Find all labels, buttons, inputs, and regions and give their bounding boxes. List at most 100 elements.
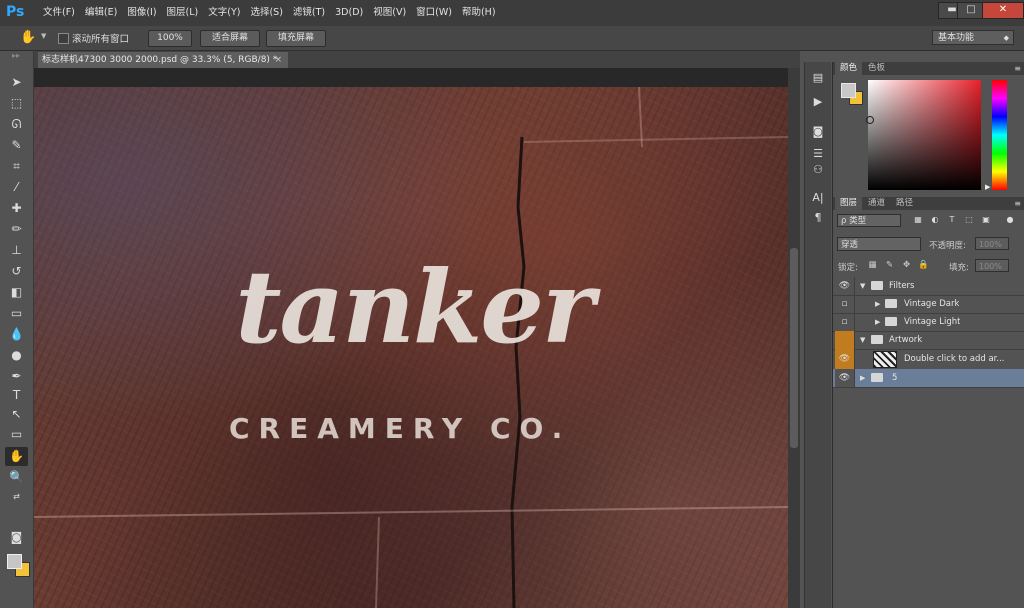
opacity-input[interactable]: 100% [975, 237, 1009, 250]
tab-color[interactable]: 颜色 [835, 62, 863, 75]
filter-toggle-icon[interactable]: ● [1005, 214, 1015, 226]
tab-layers[interactable]: 图层 [835, 197, 863, 210]
path-select-tool-icon[interactable]: ↖ [5, 405, 28, 424]
lock-position-icon[interactable]: ✥ [901, 260, 912, 271]
crop-tool-icon[interactable]: ⌗ [5, 157, 28, 176]
panel-collapse-icon[interactable]: ▸▸ [6, 51, 26, 65]
menu-image[interactable]: 图像(I) [122, 0, 161, 26]
collapse-triangle-icon[interactable]: ▶ [860, 369, 865, 387]
tab-channels[interactable]: 通道 [863, 197, 890, 210]
history-panel-icon[interactable]: ▤ [809, 70, 827, 86]
chevron-down-icon[interactable]: ▼ [41, 32, 46, 40]
eyedropper-tool-icon[interactable]: ⁄ [5, 178, 28, 197]
quick-select-tool-icon[interactable]: ✎ [5, 136, 28, 155]
menu-help[interactable]: 帮助(H) [457, 0, 501, 26]
visibility-eye-icon[interactable]: 👁 [835, 349, 855, 369]
history-brush-tool-icon[interactable]: ↺ [5, 262, 28, 281]
blur-tool-icon[interactable]: 💧 [5, 325, 28, 344]
collapse-triangle-icon[interactable]: ▶ [875, 313, 880, 331]
canvas-vertical-scrollbar[interactable] [788, 68, 800, 608]
color-picker-cursor[interactable] [866, 116, 874, 124]
fill-screen-button[interactable]: 填充屏幕 [266, 30, 326, 47]
adjustment-filter-icon[interactable]: ◐ [930, 214, 940, 226]
layer-row-5[interactable]: 👁 ▶ 5 [833, 369, 1024, 388]
dodge-tool-icon[interactable]: ● [5, 346, 28, 365]
smart-object-filter-icon[interactable]: ▣ [981, 214, 991, 226]
document-canvas[interactable]: tanker CREAMERY CO. [34, 87, 788, 608]
lock-transparency-icon[interactable]: ▦ [867, 260, 878, 271]
visibility-toggle-empty[interactable]: ▫ [835, 313, 855, 331]
lock-all-icon[interactable]: 🔒 [918, 260, 929, 271]
maximize-button[interactable]: □ [957, 2, 985, 19]
scroll-all-windows-checkbox[interactable] [58, 33, 69, 44]
pen-tool-icon[interactable]: ✒ [5, 367, 28, 386]
eraser-tool-icon[interactable]: ◧ [5, 283, 28, 302]
properties-panel-icon[interactable]: ◙ [809, 124, 827, 140]
clone-stamp-tool-icon[interactable]: ⊥ [5, 241, 28, 260]
rectangle-tool-icon[interactable]: ▭ [5, 425, 28, 444]
menu-3d[interactable]: 3D(D) [330, 0, 368, 26]
shape-filter-icon[interactable]: ⬚ [964, 214, 974, 226]
panel-menu-icon[interactable]: ≡ [1014, 197, 1021, 210]
swap-colors-icon[interactable]: ⇄ [5, 487, 28, 506]
healing-brush-tool-icon[interactable]: ✚ [5, 199, 28, 218]
menu-type[interactable]: 文字(Y) [203, 0, 245, 26]
foreground-color-swatch[interactable] [7, 554, 22, 569]
layer-row-filters[interactable]: 👁 ▼ Filters [833, 277, 1024, 296]
quick-mask-icon[interactable]: ◙ [5, 528, 28, 547]
marquee-tool-icon[interactable]: ⬚ [5, 94, 28, 113]
blend-mode-select[interactable]: 穿透 [837, 237, 921, 251]
hand-tool-icon[interactable]: ✋ [5, 447, 28, 466]
hue-slider-handle[interactable]: ▶ [985, 183, 990, 191]
menu-layer[interactable]: 图层(L) [162, 0, 204, 26]
expand-triangle-icon[interactable]: ▼ [860, 277, 865, 295]
menu-file[interactable]: 文件(F) [38, 0, 80, 26]
zoom-100-button[interactable]: 100% [148, 30, 192, 47]
scrollbar-thumb[interactable] [790, 248, 798, 448]
type-filter-icon[interactable]: T [947, 214, 957, 226]
lasso-tool-icon[interactable]: ᘏ [5, 115, 28, 134]
hue-slider[interactable] [992, 80, 1007, 190]
document-tab[interactable]: 标志样机47300 3000 2000.psd @ 33.3% (5, RGB/… [38, 52, 288, 68]
lock-image-icon[interactable]: ✎ [884, 260, 895, 271]
menu-window[interactable]: 窗口(W) [411, 0, 457, 26]
workspace-select[interactable]: 基本功能 ◆ [932, 30, 1014, 45]
pixel-filter-icon[interactable]: ▦ [913, 214, 923, 226]
close-icon[interactable]: × [274, 52, 282, 68]
visibility-toggle-empty[interactable] [835, 331, 855, 349]
visibility-eye-icon[interactable]: 👁 [835, 277, 855, 295]
move-tool-icon[interactable]: ➤ [5, 73, 28, 92]
canvas-area[interactable]: tanker CREAMERY CO. [34, 68, 788, 608]
layer-row-vintage-light[interactable]: ▫ ▶ Vintage Light [833, 313, 1024, 332]
layer-row-vintage-dark[interactable]: ▫ ▶ Vintage Dark [833, 295, 1024, 314]
menu-select[interactable]: 选择(S) [245, 0, 287, 26]
zoom-tool-icon[interactable]: 🔍 [5, 468, 28, 487]
type-tool-icon[interactable]: T [5, 386, 28, 405]
gradient-tool-icon[interactable]: ▭ [5, 304, 28, 323]
layer-row-artwork[interactable]: ▼ Artwork [833, 331, 1024, 350]
adjustments-panel-icon[interactable]: ☰ [809, 146, 827, 162]
collapse-triangle-icon[interactable]: ▶ [875, 295, 880, 313]
menu-view[interactable]: 视图(V) [368, 0, 411, 26]
close-button[interactable]: ✕ [982, 2, 1024, 19]
color-panel-foreground-swatch[interactable] [841, 83, 856, 98]
visibility-toggle-empty[interactable]: ▫ [835, 295, 855, 313]
menu-filter[interactable]: 滤镜(T) [288, 0, 330, 26]
brush-tool-icon[interactable]: ✏ [5, 220, 28, 239]
actions-panel-icon[interactable]: ▶ [809, 94, 827, 110]
fit-screen-button[interactable]: 适合屏幕 [200, 30, 260, 47]
tab-swatches[interactable]: 色板 [863, 62, 890, 75]
visibility-eye-icon[interactable]: 👁 [835, 369, 855, 387]
character-panel-icon[interactable]: A| [809, 190, 827, 206]
color-picker-field[interactable] [868, 80, 981, 190]
hand-tool-preset-icon[interactable]: ✋ [20, 30, 36, 45]
fill-input[interactable]: 100% [975, 259, 1009, 272]
menu-edit[interactable]: 编辑(E) [80, 0, 122, 26]
layer-filter-select[interactable]: ρ 类型 [837, 214, 901, 227]
tab-paths[interactable]: 路径 [891, 197, 918, 210]
brush-presets-panel-icon[interactable]: ⚇ [809, 162, 827, 178]
layer-row-smart-object[interactable]: 👁 Double click to add ar... [833, 349, 1024, 370]
paragraph-panel-icon[interactable]: ¶ [809, 210, 827, 226]
panel-menu-icon[interactable]: ≡ [1014, 62, 1021, 75]
expand-triangle-icon[interactable]: ▼ [860, 331, 865, 349]
